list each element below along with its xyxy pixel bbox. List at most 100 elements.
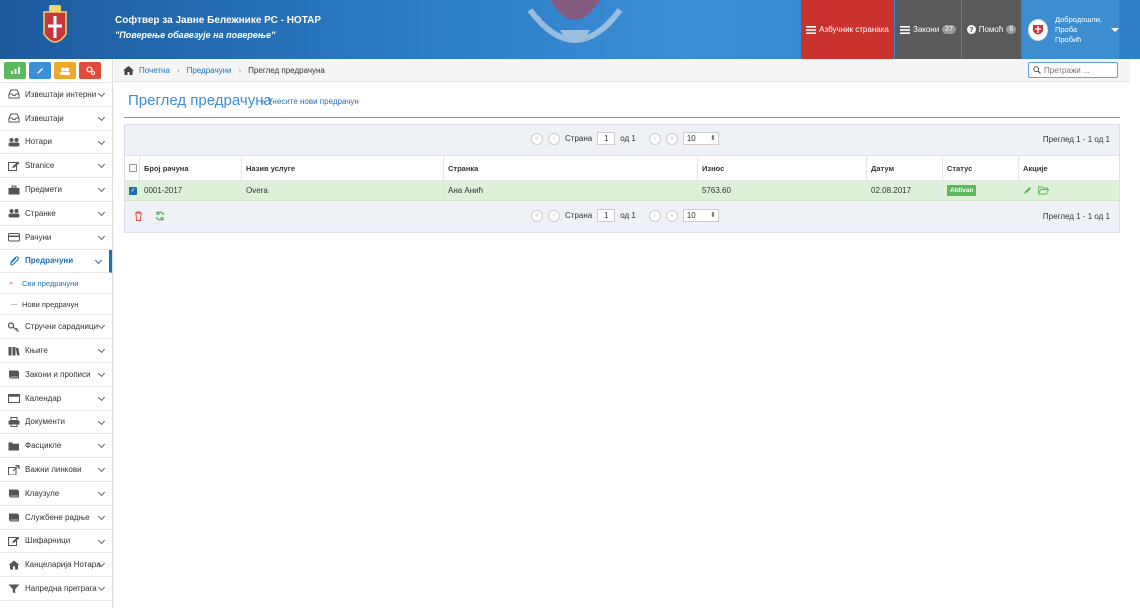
briefcase-icon	[8, 185, 20, 195]
prev-page-button[interactable]: ‹	[548, 132, 560, 145]
sidebar-item-items_bottom-1[interactable]: Књиге	[0, 339, 112, 363]
sidebar-item-label: Књиге	[25, 346, 48, 356]
new-proforma-link[interactable]: » Унесите нови предрачун	[261, 97, 359, 106]
edit-tool-button[interactable]	[29, 62, 51, 79]
sidebar-item-items_bottom-6[interactable]: Важни линкови	[0, 458, 112, 482]
first-page-button[interactable]: «	[531, 209, 543, 222]
sidebar-item-label: Стручни сарадници	[25, 322, 99, 332]
help-button[interactable]: ? Помоћ 6	[962, 0, 1021, 59]
search-input[interactable]	[1044, 65, 1114, 75]
sidebar-subitem-new-proforma[interactable]: Нови предрачун	[0, 294, 112, 316]
sidebar-item-label: Предмети	[25, 185, 62, 195]
coat-of-arms-icon	[1032, 24, 1043, 34]
sidebar-item-items_bottom-5[interactable]: Фасцикле	[0, 434, 112, 459]
sidebar-item-items_bottom-2[interactable]: Закони и прописи	[0, 363, 112, 387]
page-size-select[interactable]: 10	[682, 209, 719, 222]
col-service[interactable]: Назив услуге	[242, 156, 444, 180]
user-first-name: Проба	[1054, 24, 1077, 34]
sidebar-item-items_bottom-0[interactable]: Стручни сарадници	[0, 315, 112, 340]
sidebar-item-items_bottom-7[interactable]: Клаузуле	[0, 482, 112, 506]
sidebar-item-items_bottom-4[interactable]: Документи	[0, 411, 112, 435]
sidebar-toolbar	[0, 59, 112, 83]
col-date[interactable]: Датум	[867, 156, 943, 180]
sidebar-item-items_top-3[interactable]: Stranice	[0, 154, 112, 179]
page-label: Страна	[565, 134, 593, 143]
col-amount[interactable]: Износ	[698, 156, 867, 180]
sidebar-subitem-all-proformas[interactable]: » Сви предрачуни	[0, 273, 112, 295]
sidebar-item-items_bottom-10[interactable]: Канцеларија Нотара	[0, 553, 112, 578]
page-size-select[interactable]: 10	[682, 132, 719, 145]
edit-pencil-icon[interactable]	[1023, 186, 1032, 195]
chevron-down-icon	[97, 232, 106, 240]
list-icon	[806, 25, 817, 34]
sidebar-item-label: Извештаји	[25, 113, 64, 123]
stats-tool-button[interactable]	[4, 62, 26, 79]
alphabet-index-button[interactable]: Азбучник странака	[801, 0, 894, 59]
breadcrumb-section-link[interactable]: Предрачуни	[187, 66, 232, 75]
col-status[interactable]: Статус	[943, 156, 1019, 180]
breadcrumb-current: Преглед предрачуна	[248, 65, 325, 75]
row-checkbox[interactable]: ✓	[129, 186, 137, 195]
pager-info: Преглед 1 - 1 од 1	[1042, 212, 1110, 221]
sidebar-item-items_bottom-11[interactable]: Напредна претрага	[0, 577, 112, 601]
sidebar-item-label: Предрачуни	[25, 256, 74, 266]
page-number-input[interactable]: 1	[597, 209, 616, 222]
sidebar-item-items_bottom-9[interactable]: Шифарници	[0, 530, 112, 554]
col-number[interactable]: Број рачуна	[140, 156, 242, 180]
sidebar-item-items_top-6[interactable]: Рачуни	[0, 226, 112, 250]
cell-number: 0001-2017	[140, 181, 242, 200]
status-badge: Aktivan	[947, 185, 977, 196]
sidebar-item-label: Документи	[25, 417, 65, 427]
first-page-button[interactable]: «	[531, 132, 543, 145]
cell-date: 02.08.2017	[867, 181, 943, 200]
sidebar-item-items_top-0[interactable]: Извештаји интерни	[0, 83, 112, 107]
last-page-button[interactable]: »	[665, 132, 678, 145]
page-number-input[interactable]: 1	[597, 132, 616, 145]
breadcrumb-home-link[interactable]: Почетна	[139, 66, 170, 75]
users-icon	[8, 208, 20, 218]
pager-bottom: « ‹ Страна 1 од 1 › » 10 Преглед 1 - 1 о…	[125, 201, 1119, 232]
card-icon	[8, 232, 20, 242]
chevron-right-icon: »	[9, 279, 13, 287]
users-icon	[60, 67, 70, 75]
col-client[interactable]: Странка	[444, 156, 698, 180]
books-icon	[8, 346, 20, 356]
user-greeting: Добродошли, Проба Пробић	[1055, 15, 1102, 45]
sidebar-item-items_top-7[interactable]: Предрачуни	[0, 249, 112, 274]
prev-page-button[interactable]: ‹	[548, 209, 560, 222]
page-label: Страна	[565, 211, 593, 220]
col-actions: Акције	[1023, 163, 1048, 173]
last-page-button[interactable]: »	[665, 209, 678, 222]
trash-icon[interactable]	[134, 211, 143, 221]
laws-button[interactable]: Закони 27	[895, 0, 961, 59]
sidebar-item-items_top-1[interactable]: Извештаји	[0, 107, 112, 131]
chevron-down-icon	[94, 256, 103, 264]
settings-tool-button[interactable]	[79, 62, 101, 79]
search-box	[1028, 62, 1118, 78]
next-page-button[interactable]: ›	[648, 132, 661, 145]
app-motto: "Поверење обавезује на поверење"	[115, 30, 276, 40]
open-folder-icon[interactable]	[1038, 186, 1049, 195]
sidebar-item-items_top-5[interactable]: Странке	[0, 202, 112, 226]
select-all-checkbox[interactable]	[129, 164, 137, 172]
home-icon	[8, 560, 20, 570]
table-header: Број рачуна Назив услуге Странка Износ Д…	[125, 155, 1119, 181]
sidebar-item-items_top-2[interactable]: Нотари	[0, 131, 112, 155]
help-count-badge: 6	[1006, 25, 1017, 34]
sidebar-item-items_bottom-3[interactable]: Календар	[0, 387, 112, 411]
sidebar-item-items_top-4[interactable]: Предмети	[0, 178, 112, 202]
sidebar-item-items_bottom-8[interactable]: Службене радње	[0, 506, 112, 530]
next-page-button[interactable]: ›	[648, 209, 661, 222]
table-row[interactable]: ✓ 0001-2017 Overa Ана Анић 5763.60 02.08…	[125, 181, 1119, 201]
users-tool-button[interactable]	[54, 62, 76, 79]
sidebar-item-label: Шифарници	[25, 536, 71, 546]
refresh-icon[interactable]	[155, 211, 165, 221]
sidebar-item-label: Фасцикле	[25, 441, 62, 451]
laws-count-badge: 27	[942, 25, 956, 34]
sidebar-item-label: Нотари	[25, 137, 52, 147]
proforma-grid: « ‹ Страна 1 од 1 › » 10 Преглед 1 - 1 о…	[124, 124, 1120, 233]
chevron-down-icon	[97, 185, 106, 193]
user-menu-button[interactable]: Добродошли, Проба Пробић	[1022, 0, 1119, 59]
chevron-down-icon	[97, 161, 106, 169]
pager-top: « ‹ Страна 1 од 1 › » 10 Преглед 1 - 1 о…	[125, 125, 1119, 155]
